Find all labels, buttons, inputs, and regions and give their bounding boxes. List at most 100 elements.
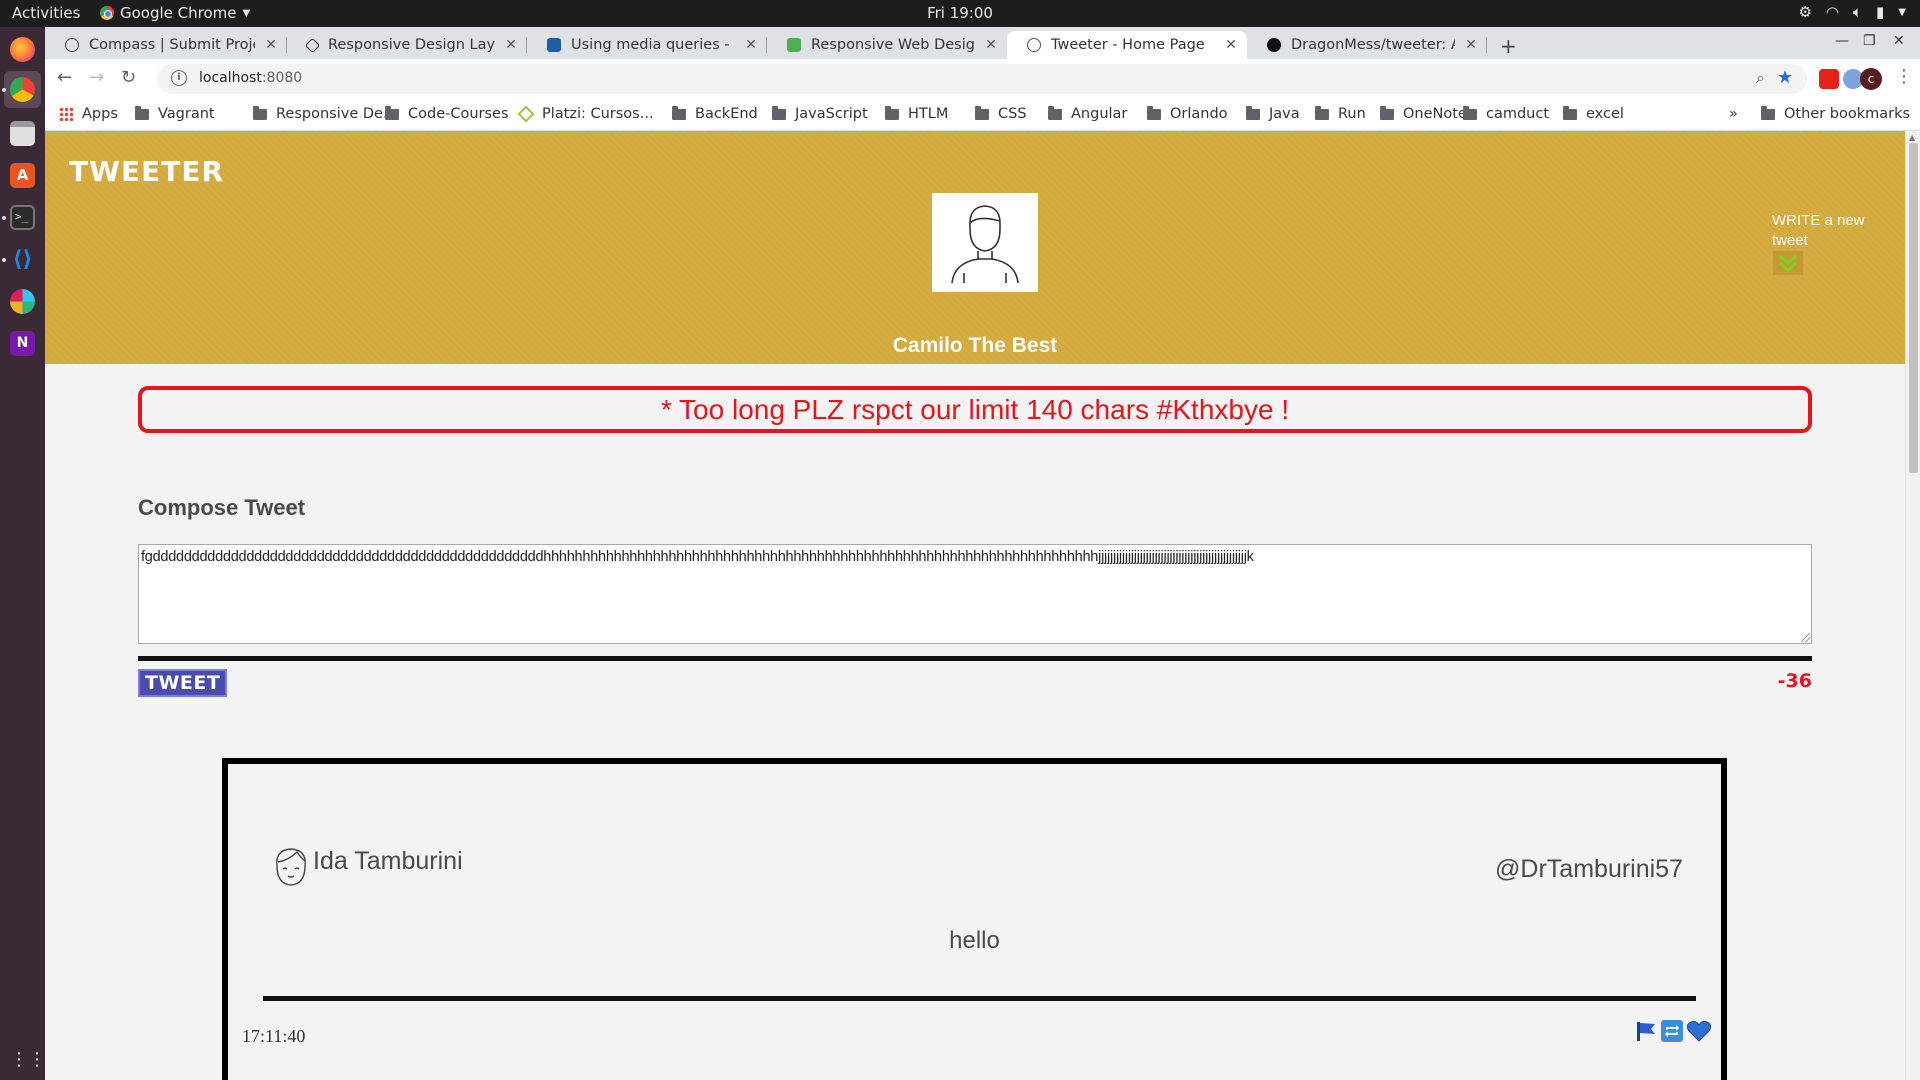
tweet-button[interactable]: TWEET: [138, 669, 228, 697]
codepen-icon: [304, 37, 321, 53]
double-chevron-down-icon[interactable]: [1773, 251, 1803, 275]
chrome-app-icon: [100, 6, 114, 20]
chrome-icon[interactable]: [10, 77, 35, 102]
tweet-author-handle: @DrTamburini57: [1495, 855, 1683, 883]
bookmark-folder[interactable]: excel: [1563, 105, 1624, 122]
bookmark-folder[interactable]: Run: [1315, 105, 1366, 122]
w3-icon: [787, 38, 801, 52]
platzi-icon: [517, 105, 535, 123]
compose-title: Compose Tweet: [138, 495, 306, 520]
application-dock: A >_ ⟨⟩ N ⋮⋮⋮: [0, 27, 64, 1080]
tab-tweeter-home[interactable]: Tweeter - Home Page ✕: [1007, 31, 1247, 59]
firefox-icon[interactable]: [10, 37, 35, 62]
folder-icon: [772, 105, 786, 120]
profile-avatar[interactable]: c: [1860, 68, 1882, 90]
bookmark-apps[interactable]: Apps: [59, 106, 118, 122]
folder-icon: [385, 105, 399, 120]
bookmark-folder[interactable]: JavaScript: [772, 105, 868, 122]
zoom-icon[interactable]: ⌕: [1756, 68, 1765, 88]
system-clock[interactable]: Fri 19:00: [0, 4, 1920, 22]
bookmark-other[interactable]: Other bookmarks: [1761, 105, 1910, 122]
page-scrollbar[interactable]: ▲: [1905, 131, 1920, 1080]
app-menu[interactable]: Google Chrome ▼: [100, 4, 250, 22]
reload-button[interactable]: ↻: [121, 67, 136, 88]
close-icon[interactable]: ✕: [983, 37, 999, 53]
bookmark-folder[interactable]: Angular: [1048, 105, 1127, 122]
bookmark-folder[interactable]: OneNote: [1380, 105, 1467, 122]
tab-label: Responsive Design Layout: [328, 37, 495, 53]
tweet-timestamp: 17:11:40: [242, 1026, 306, 1046]
flag-icon[interactable]: [1634, 1019, 1658, 1043]
close-icon[interactable]: ✕: [743, 37, 759, 53]
bookmark-folder[interactable]: CSS: [975, 105, 1027, 122]
folder-icon: [975, 105, 989, 120]
divider: [263, 996, 1696, 1001]
show-applications-icon[interactable]: ⋮⋮⋮: [10, 1047, 64, 1072]
chevron-down-icon: ▼: [1898, 6, 1906, 18]
retweet-icon[interactable]: [1660, 1019, 1684, 1043]
wifi-icon: ◠: [1825, 3, 1840, 21]
bookmark-folder[interactable]: Java: [1246, 105, 1300, 122]
bookmark-folder[interactable]: BackEnd: [672, 105, 758, 122]
tweet-avatar-icon: [276, 848, 306, 886]
files-icon[interactable]: [10, 121, 35, 146]
address-bar[interactable]: i localhost:8080 ⌕ ★: [157, 64, 1807, 94]
close-window-button[interactable]: ✕: [1893, 33, 1905, 49]
forward-button[interactable]: →: [89, 67, 104, 88]
terminal-icon[interactable]: >_: [10, 205, 35, 230]
accessibility-icon[interactable]: ⚙: [1798, 3, 1811, 21]
error-message: * Too long PLZ rspct our limit 140 chars…: [138, 386, 1812, 433]
mdn-icon: [547, 38, 561, 52]
compose-textarea[interactable]: fgdddddddddddddddddddddddddddddddddddddd…: [138, 544, 1812, 644]
bookmark-star-icon[interactable]: ★: [1777, 67, 1793, 88]
youtube-extension-icon[interactable]: [1819, 69, 1839, 89]
bookmark-folder[interactable]: Responsive De...: [253, 105, 397, 122]
heart-icon[interactable]: [1686, 1019, 1712, 1043]
tab-responsive-design-layout[interactable]: Responsive Design Layout ✕: [287, 31, 527, 59]
site-logo[interactable]: TWEETER: [69, 155, 224, 188]
restore-button[interactable]: ❐: [1863, 33, 1876, 49]
more-menu-icon[interactable]: ⋮: [1895, 66, 1913, 87]
slack-icon[interactable]: [10, 289, 35, 314]
battery-icon: ▮: [1876, 3, 1885, 21]
tab-label: Using media queries - CSS: [571, 37, 735, 53]
software-center-icon[interactable]: A: [10, 163, 35, 188]
bookmark-folder[interactable]: camduct: [1463, 105, 1549, 122]
folder-icon: [672, 105, 686, 120]
divider: [138, 656, 1812, 661]
activities-button[interactable]: Activities: [12, 4, 80, 22]
onenote-icon[interactable]: N: [10, 331, 35, 356]
resize-handle-icon[interactable]: [1801, 633, 1810, 642]
user-avatar-icon: [951, 205, 1019, 284]
close-icon[interactable]: ✕: [1223, 37, 1239, 53]
bookmarks-bar: Apps Vagrant Responsive De... Code-Cours…: [45, 99, 1920, 131]
tab-github-tweeter[interactable]: DragonMess/tweeter: A b ✕: [1247, 31, 1487, 59]
vscode-icon[interactable]: ⟨⟩: [10, 247, 35, 272]
write-new-tweet-link[interactable]: WRITE a new tweet: [1772, 211, 1882, 251]
url-text[interactable]: localhost:8080: [199, 70, 302, 86]
user-display-name: Camilo The Best: [892, 334, 1058, 357]
bookmark-folder[interactable]: Vagrant: [135, 105, 215, 122]
github-icon: [1267, 38, 1281, 52]
bookmark-folder[interactable]: Code-Courses: [385, 105, 509, 122]
tab-compass[interactable]: Compass | Submit Project ✕: [45, 31, 287, 59]
running-indicator: [2, 88, 6, 92]
back-button[interactable]: ←: [57, 67, 72, 88]
info-icon[interactable]: i: [171, 70, 187, 86]
close-icon[interactable]: ✕: [503, 37, 519, 53]
new-tab-button[interactable]: +: [1500, 34, 1517, 58]
close-icon[interactable]: ✕: [263, 37, 279, 53]
tab-label: Tweeter - Home Page: [1051, 37, 1205, 53]
tweet-actions: [1634, 1019, 1712, 1043]
tab-responsive-web-design[interactable]: Responsive Web Design V ✕: [767, 31, 1007, 59]
bookmark-folder[interactable]: HTLM: [885, 105, 948, 122]
scroll-up-icon[interactable]: ▲: [1909, 133, 1915, 142]
bookmark-platzi[interactable]: Platzi: Cursos...: [517, 105, 654, 123]
scrollbar-thumb[interactable]: [1909, 143, 1918, 473]
bookmark-folder[interactable]: Orlando: [1147, 105, 1228, 122]
close-icon[interactable]: ✕: [1463, 37, 1479, 53]
minimize-button[interactable]: —: [1835, 33, 1849, 49]
system-tray[interactable]: ⚙ ◠ 🔈︎ ▮ ▼: [1798, 3, 1906, 21]
tab-using-media-queries[interactable]: Using media queries - CSS ✕: [527, 31, 767, 59]
bookmarks-overflow-button[interactable]: »: [1729, 106, 1738, 122]
